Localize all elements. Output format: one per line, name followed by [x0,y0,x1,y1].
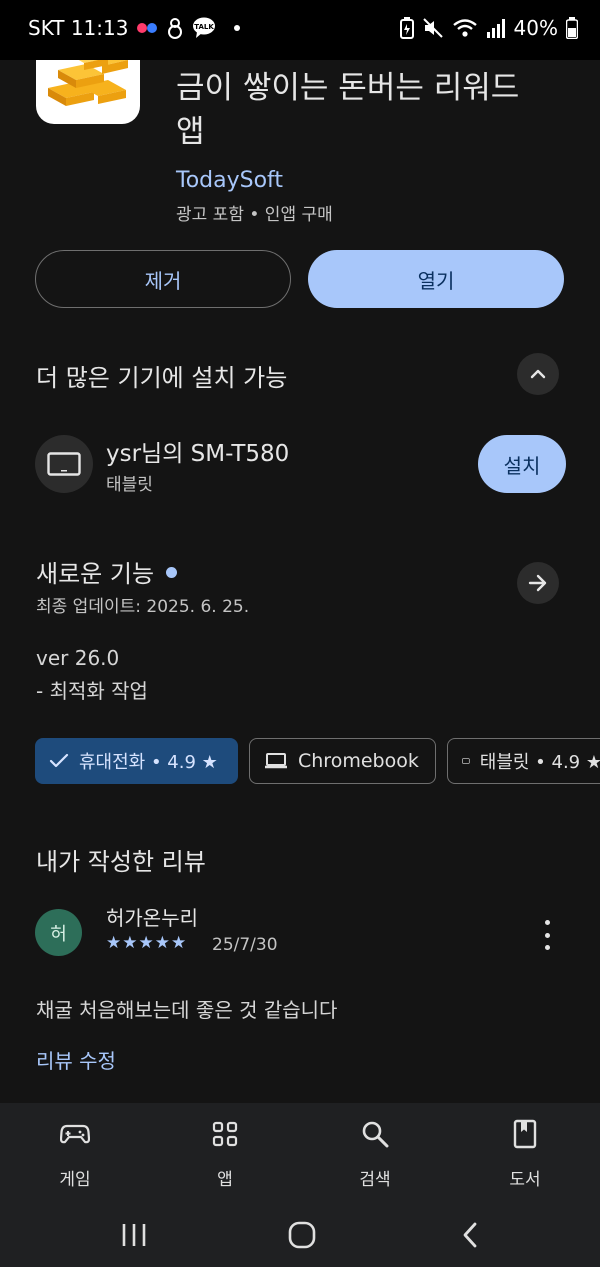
wifi-icon [452,17,478,39]
back-button[interactable] [440,1217,500,1253]
laptop-icon [265,753,287,769]
chip-phone[interactable]: 휴대전화 • 4.9 ★ [35,738,238,784]
back-icon [463,1222,477,1248]
star-rating: ★★★★★ [106,933,188,953]
book-icon [513,1119,537,1149]
nav-item-apps[interactable]: 앱 [170,1103,280,1203]
check-icon [49,753,69,768]
avatar: 허 [35,909,82,956]
tablet-icon [462,758,470,764]
status-bar: SKT 11:13 TALK 40% [0,0,600,60]
remove-button[interactable]: 제거 [35,250,291,308]
nav-label: 검색 [359,1170,391,1190]
battery-icon [566,17,578,39]
arrow-right-icon [528,574,547,592]
my-review-title: 내가 작성한 리뷰 [36,848,206,876]
device-type: 태블릿 [106,475,153,495]
app-meta: 광고 포함 • 인앱 구매 [176,205,333,225]
new-indicator-dot [166,566,178,578]
gamepad-icon [60,1124,90,1144]
tablet-icon [47,452,81,476]
mute-icon [422,17,444,39]
open-button[interactable]: 열기 [308,250,564,308]
nav-label: 앱 [217,1170,233,1190]
release-notes: ver 26.0 - 최적화 작업 [36,642,148,708]
device-name: ysr님의 SM-T580 [106,441,290,467]
chip-chromebook[interactable]: Chromebook [249,738,436,784]
nav-item-books[interactable]: 도서 [470,1103,580,1203]
nav-label: 도서 [509,1170,541,1190]
release-notes-line: ver 26.0 [36,646,120,670]
battery-percent: 40% [513,16,558,40]
more-options-icon[interactable] [540,920,554,950]
review-text: 채굴 처음해보는데 좋은 것 같습니다 [36,998,338,1022]
search-icon [362,1121,389,1148]
install-button[interactable]: 설치 [478,435,566,493]
edit-review-link[interactable]: 리뷰 수정 [36,1045,116,1074]
devices-section-title: 더 많은 기기에 설치 가능 [36,364,288,392]
chip-label: 태블릿 • 4.9 ★ [479,752,600,773]
svg-text:TALK: TALK [195,23,215,31]
reviewer-name: 허가온누리 [106,906,198,930]
chevron-up-icon [530,369,546,379]
chip-label: Chromebook [298,750,419,772]
nav-item-search[interactable]: 검색 [320,1103,430,1203]
home-icon [288,1221,316,1249]
recents-icon [122,1224,146,1246]
recents-button[interactable] [104,1217,164,1253]
nav-item-games[interactable]: 게임 [20,1103,130,1203]
app-title: 금이 쌓이는 돈버는 리워드 앱 [176,70,520,150]
signal-icon [486,18,506,38]
nav-label: 게임 [59,1170,91,1190]
system-navigation-bar [0,1203,600,1267]
chip-label: 휴대전화 • 4.9 ★ [79,752,218,773]
carrier-time: SKT 11:13 [28,16,129,40]
whats-new-label: 새로운 기능 [36,560,155,588]
battery-saver-icon [399,17,414,39]
whats-new-arrow-button[interactable] [517,562,559,604]
kakaotalk-icon: TALK [192,17,216,39]
developer-link[interactable]: TodaySoft [176,168,283,193]
collapse-button[interactable] [517,353,559,395]
chip-tablet[interactable]: 태블릿 • 4.9 ★ [447,738,600,784]
bottom-navigation: 게임 앱 검색 도서 [0,1103,600,1203]
snowman-icon [166,17,184,39]
review-date: 25/7/30 [212,935,278,955]
apps-grid-icon [212,1121,238,1147]
flickr-icon [136,21,158,35]
notification-dot [234,25,241,31]
home-button[interactable] [272,1217,332,1253]
release-notes-line: - 최적화 작업 [36,679,148,703]
whats-new-title[interactable]: 새로운 기능 [36,554,178,589]
last-updated: 최종 업데이트: 2025. 6. 25. [36,597,250,617]
device-avatar [35,435,93,493]
